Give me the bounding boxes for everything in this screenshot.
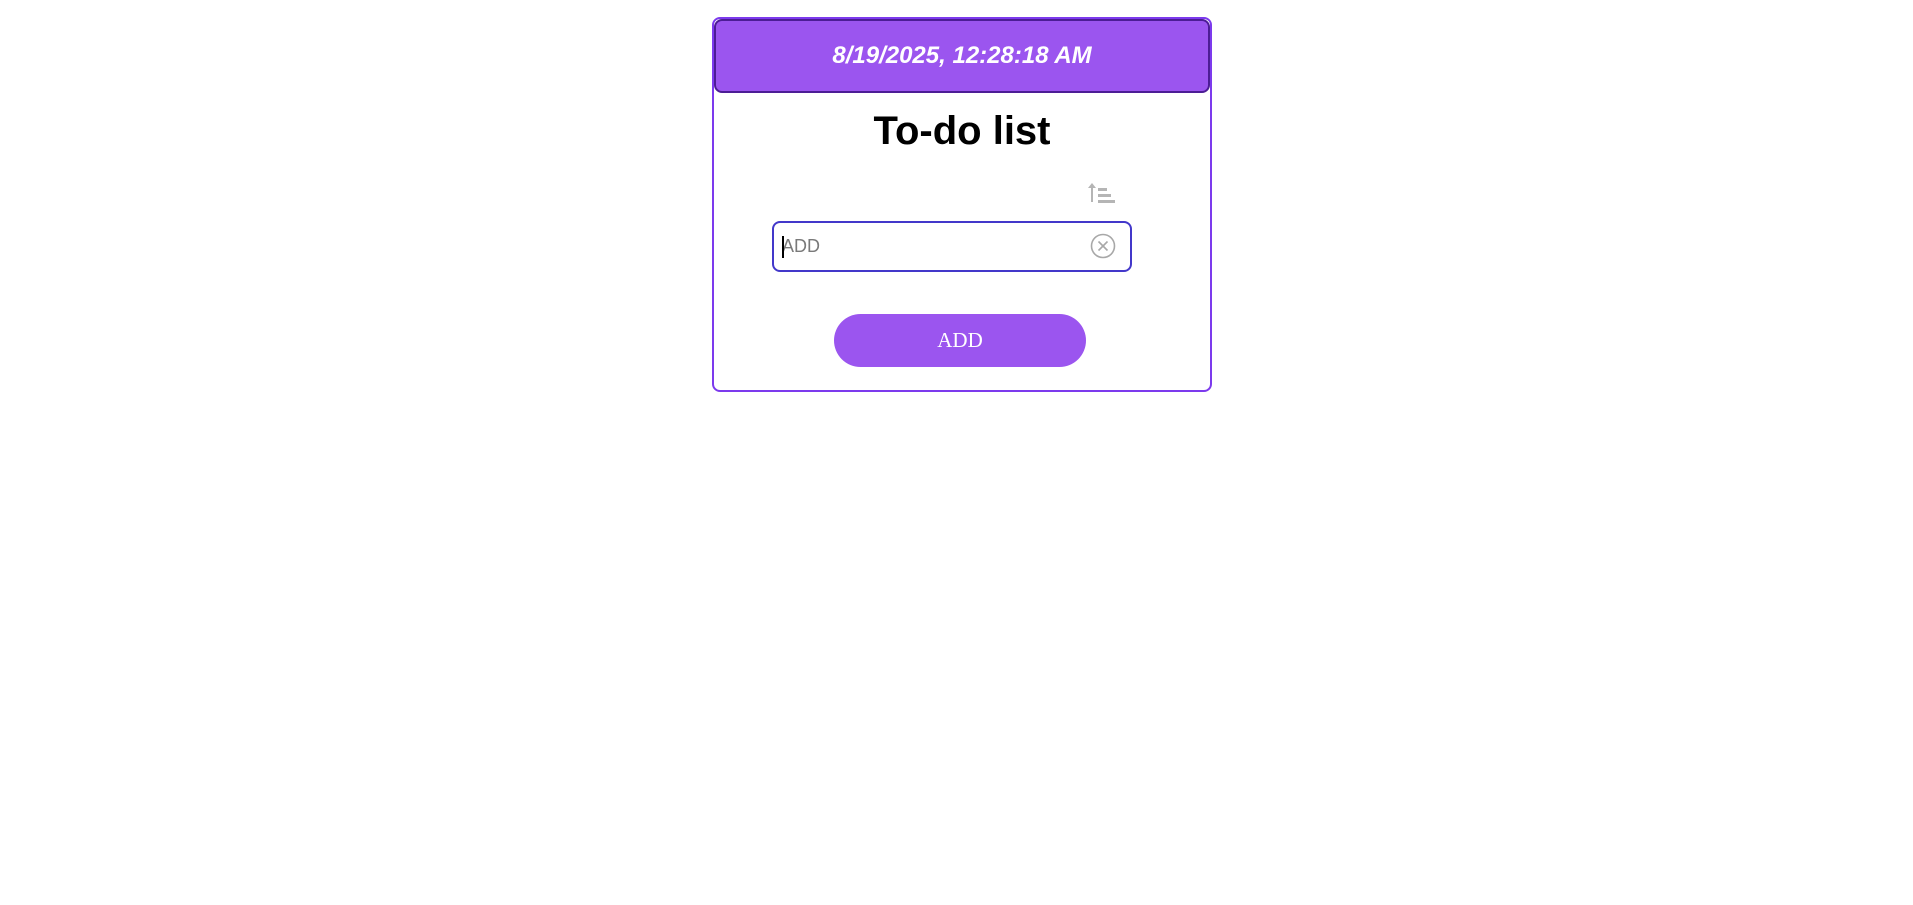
header-bar: 8/19/2025, 12:28:18 AM — [714, 19, 1210, 93]
clear-input-button[interactable] — [1088, 231, 1118, 261]
datetime-display: 8/19/2025, 12:28:18 AM — [832, 42, 1092, 69]
todo-card: 8/19/2025, 12:28:18 AM To-do list ADD — [712, 17, 1212, 392]
close-circle-icon — [1090, 233, 1116, 259]
add-input[interactable] — [782, 231, 1082, 262]
page-title: To-do list — [873, 109, 1051, 153]
add-button[interactable]: ADD — [834, 314, 1086, 367]
sort-button[interactable] — [1084, 179, 1120, 209]
sort-ascending-icon — [1088, 183, 1115, 203]
add-input-wrapper — [772, 221, 1132, 272]
text-caret — [782, 236, 784, 258]
